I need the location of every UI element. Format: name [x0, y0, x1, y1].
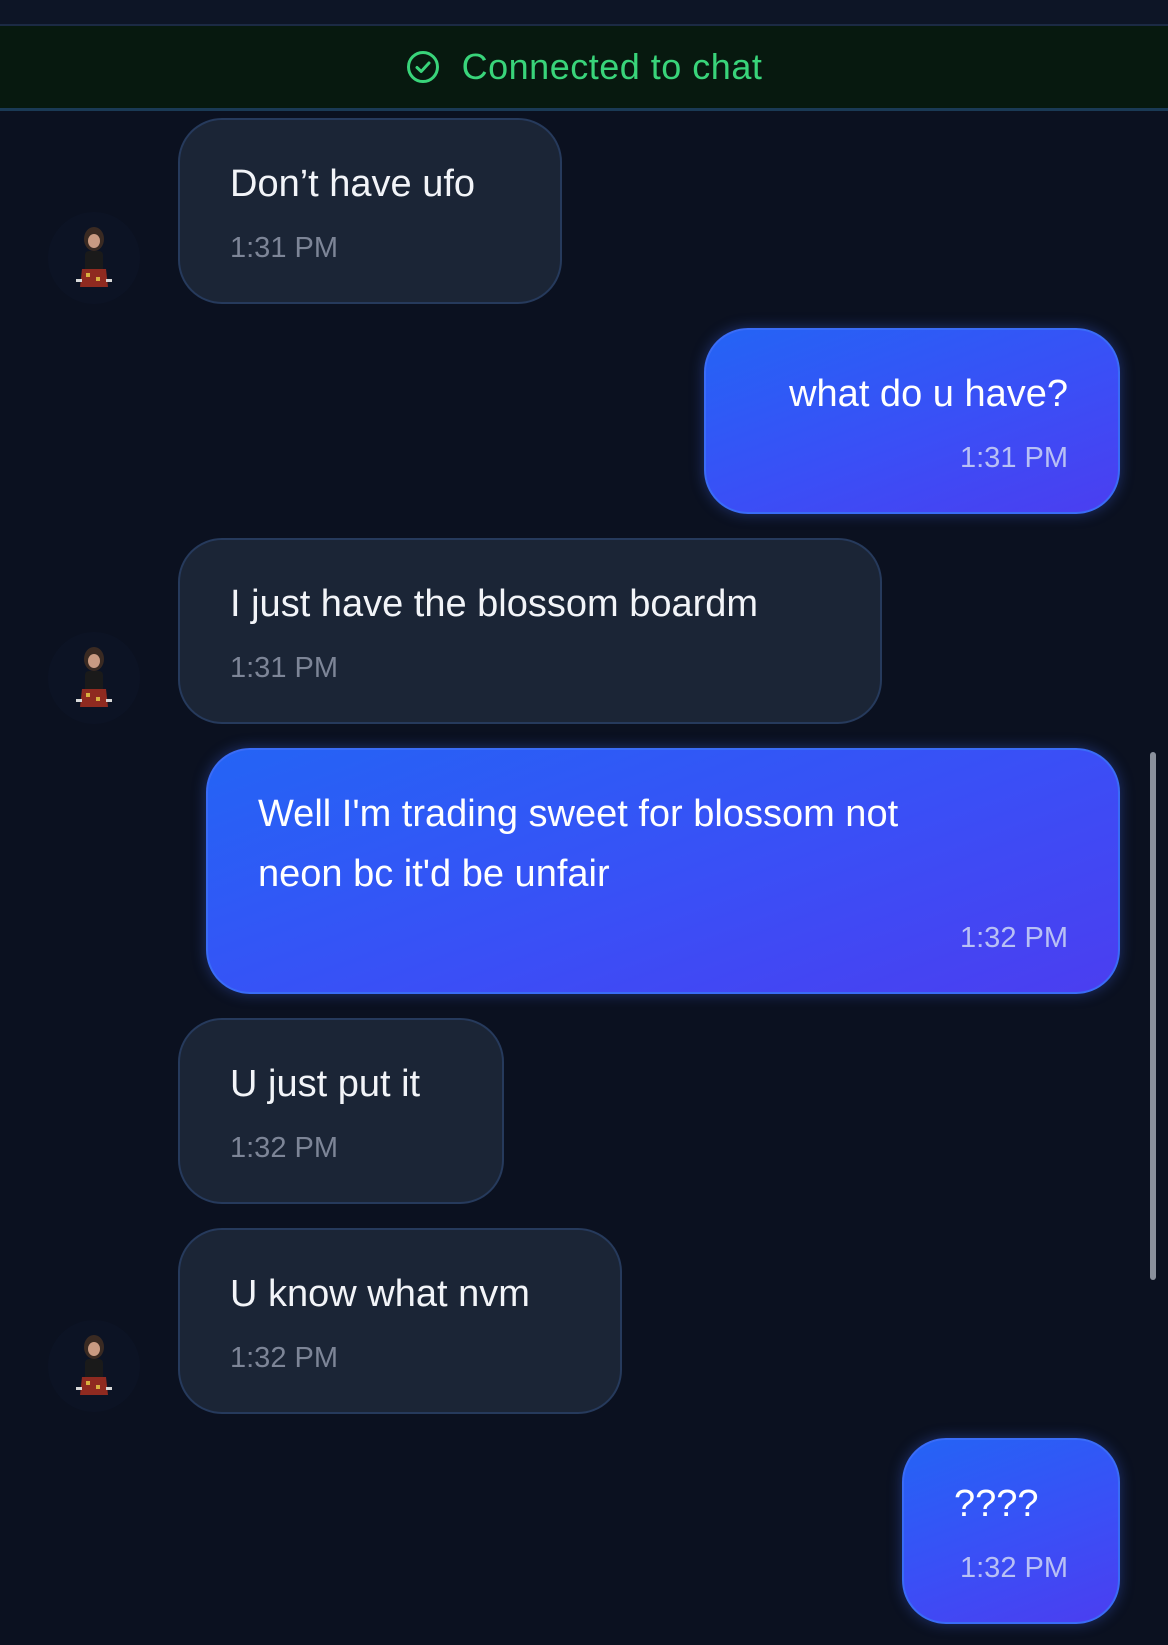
message-bubble[interactable]: Well I'm trading sweet for blossom not n…: [206, 748, 1120, 994]
message-text: what do u have?: [789, 373, 1068, 415]
message-bubble[interactable]: U know what nvm 1:32 PM: [178, 1228, 622, 1414]
avatar[interactable]: [48, 212, 140, 304]
message-bubble[interactable]: ???? 1:32 PM: [902, 1438, 1120, 1624]
message-text-line: Well I'm trading sweet for blossom not: [258, 793, 899, 835]
message-timestamp: 1:32 PM: [960, 922, 1068, 954]
message-text: U just put it: [230, 1063, 421, 1105]
scrollbar-thumb[interactable]: [1150, 752, 1156, 1280]
message-text: I just have the blossom boardm: [230, 583, 759, 625]
message-text: U know what nvm: [230, 1273, 530, 1315]
message-bubble[interactable]: Don’t have ufo 1:31 PM: [178, 118, 562, 304]
connection-status-banner: Connected to chat: [0, 26, 1168, 111]
chat-screen: Connected to chat Don’t have ufo 1:31 PM…: [0, 0, 1168, 1645]
message-timestamp: 1:32 PM: [960, 1552, 1068, 1584]
message-bubble[interactable]: I just have the blossom boardm 1:31 PM: [178, 538, 882, 724]
message-text-line: neon bc it'd be unfair: [258, 853, 610, 895]
message-text: ????: [954, 1483, 1039, 1525]
message-timestamp: 1:32 PM: [230, 1342, 338, 1374]
message-timestamp: 1:31 PM: [230, 232, 338, 264]
user-avatar-icon: [76, 1335, 112, 1395]
message-timestamp: 1:31 PM: [960, 442, 1068, 474]
message-timestamp: 1:32 PM: [230, 1132, 338, 1164]
message-text: Don’t have ufo: [230, 163, 476, 205]
user-avatar-icon: [76, 647, 112, 707]
message-bubble[interactable]: U just put it 1:32 PM: [178, 1018, 504, 1204]
user-avatar-icon: [76, 227, 112, 287]
avatar[interactable]: [48, 632, 140, 724]
message-bubble[interactable]: what do u have? 1:31 PM: [704, 328, 1120, 514]
connection-status-text: Connected to chat: [461, 46, 763, 87]
top-bar: [0, 0, 1168, 26]
message-timestamp: 1:31 PM: [230, 652, 338, 684]
avatar[interactable]: [48, 1320, 140, 1412]
check-circle-icon: [406, 51, 439, 83]
